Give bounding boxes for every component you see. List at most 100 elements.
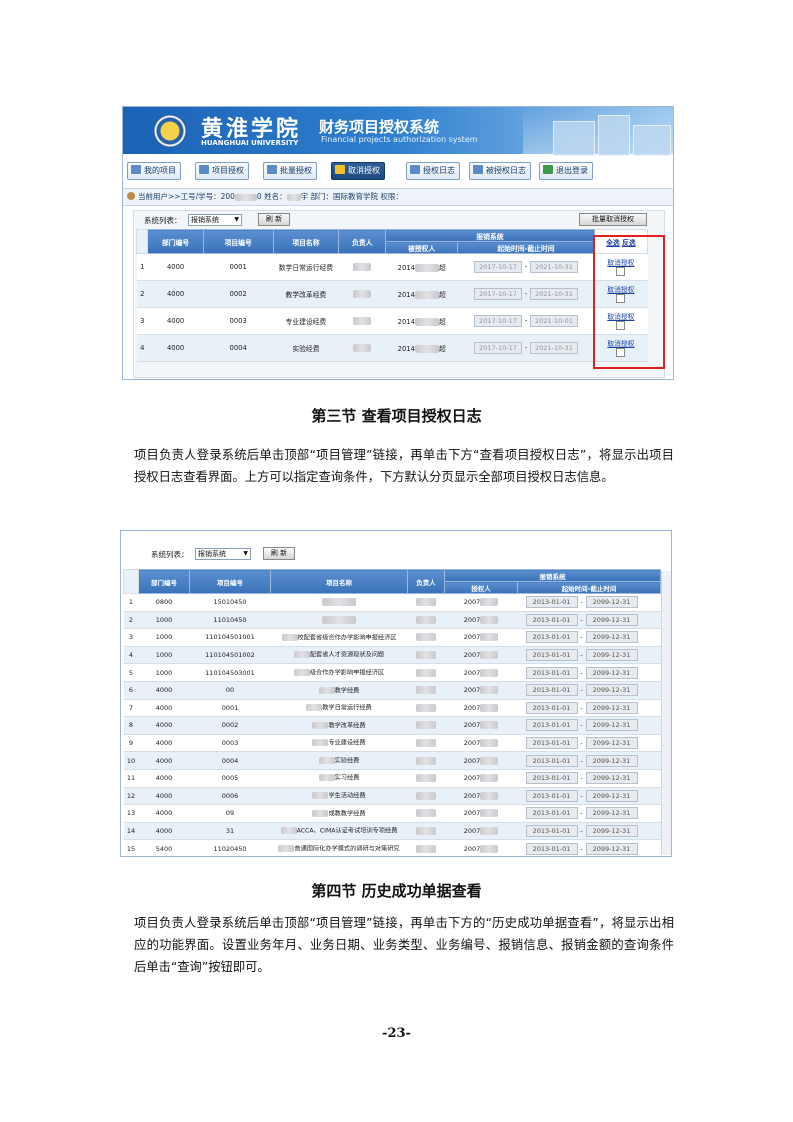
table-row: 4 4000 0004 实验经费 2014 超 2017-10-17-2021-1… xyxy=(136,334,648,362)
end-date-field[interactable]: 2099-12-31 xyxy=(585,754,638,767)
redacted-grantee xyxy=(414,345,439,353)
end-date-field[interactable]: 2021-10-31 xyxy=(529,261,578,273)
end-date-field[interactable]: 2099-12-31 xyxy=(585,842,638,855)
start-date-field[interactable]: 2013-01-01 xyxy=(525,666,578,679)
dropdown-arrow-icon: ▼ xyxy=(234,216,239,223)
table-row: 3 4000 0003 专业建设经费 2014 超 2017-10-17-2021… xyxy=(136,307,648,335)
star-icon xyxy=(335,165,345,174)
refresh-button[interactable]: 刷 新 xyxy=(263,547,295,560)
col-grantor: 授权人 xyxy=(444,581,518,594)
redacted-owner xyxy=(416,651,436,660)
col-time-range: 起始时间-截止时间 xyxy=(457,241,595,254)
redacted-owner xyxy=(416,703,436,712)
start-date-field[interactable]: 2013-01-01 xyxy=(525,613,578,626)
system-list-select[interactable]: 报销系统 ▼ xyxy=(188,214,242,226)
col-reimbursement-system: 报销系统 xyxy=(444,569,661,582)
end-date-field[interactable]: 2021-10-01 xyxy=(529,315,578,327)
nav-logout[interactable]: 退出登录 xyxy=(539,162,593,180)
redacted-grantor xyxy=(480,791,499,800)
user-icon xyxy=(127,192,135,200)
start-date-field[interactable]: 2013-01-01 xyxy=(525,631,578,644)
start-date-field[interactable]: 2013-01-01 xyxy=(525,842,578,855)
redacted-owner xyxy=(416,791,436,800)
redacted-name xyxy=(322,598,356,607)
redacted-owner xyxy=(353,290,372,298)
batch-cancel-button[interactable]: 批量取消授权 xyxy=(579,213,647,226)
page-number: -23- xyxy=(382,1026,411,1041)
redacted-grantor xyxy=(480,633,499,642)
dropdown-arrow-icon: ▼ xyxy=(243,550,248,557)
end-date-field[interactable]: 2099-12-31 xyxy=(585,772,638,785)
col-project-code: 项目编号 xyxy=(189,569,271,594)
section-3-paragraph: 项目负责人登录系统后单击顶部“项目管理”链接，再单击下方“查看项目授权日志”，将… xyxy=(134,448,674,484)
nav-authorized-log[interactable]: 被授权日志 xyxy=(469,162,531,180)
end-date-field[interactable]: 2099-12-31 xyxy=(585,666,638,679)
redacted-owner xyxy=(353,344,372,352)
start-date-field[interactable]: 2013-01-01 xyxy=(525,596,578,609)
col-time-range: 起始时间-截止时间 xyxy=(517,581,661,594)
end-date-field[interactable]: 2099-12-31 xyxy=(585,596,638,609)
redacted-grantor xyxy=(480,651,499,660)
redacted-owner xyxy=(416,598,436,607)
start-date-field[interactable]: 2017-10-17 xyxy=(473,261,522,273)
end-date-field[interactable]: 2099-12-31 xyxy=(585,737,638,750)
end-date-field[interactable]: 2099-12-31 xyxy=(585,789,638,802)
header-banner: 黄淮学院 HUANGHUAI UNIVERSITY 财务项目授权系统 Finan… xyxy=(123,107,673,156)
nav-project-authorize[interactable]: 项目授权 xyxy=(195,162,249,180)
end-date-field[interactable]: 2099-12-31 xyxy=(585,701,638,714)
end-date-field[interactable]: 2021-10-31 xyxy=(529,288,578,300)
start-date-field[interactable]: 2013-01-01 xyxy=(525,825,578,838)
end-date-field[interactable]: 2099-12-31 xyxy=(585,825,638,838)
nav-my-projects[interactable]: 我的项目 xyxy=(127,162,181,180)
redacted-owner xyxy=(353,317,372,325)
authorization-log-screenshot: 系统列表： 报销系统 ▼ 刷 新 部门编号 项目编号 项目名称 负责人 报销系统 … xyxy=(120,530,672,857)
vertical-scrollbar[interactable] xyxy=(661,571,671,855)
end-date-field[interactable]: 2021-10-31 xyxy=(529,342,578,354)
end-date-field[interactable]: 2099-12-31 xyxy=(585,649,638,662)
end-date-field[interactable]: 2099-12-31 xyxy=(585,613,638,626)
start-date-field[interactable]: 2017-10-17 xyxy=(473,315,522,327)
start-date-field[interactable]: 2013-01-01 xyxy=(525,807,578,820)
table-row: 9 4000 0003 专业建设经费 2007 2013-01-01-2099-12-31 xyxy=(123,734,661,753)
start-date-field[interactable]: 2013-01-01 xyxy=(525,719,578,732)
users-icon xyxy=(267,165,277,174)
document-icon xyxy=(410,165,420,174)
exit-icon xyxy=(543,165,553,174)
start-date-field[interactable]: 2013-01-01 xyxy=(525,737,578,750)
redacted-owner xyxy=(416,739,436,748)
redacted-owner xyxy=(416,686,436,695)
authorization-table: 部门编号 项目编号 项目名称 负责人 报销系统 全选 反选 被授权人 起始时间-… xyxy=(135,229,649,362)
list-icon xyxy=(131,165,141,174)
start-date-field[interactable]: 2017-10-17 xyxy=(473,342,522,354)
redacted-owner xyxy=(416,668,436,677)
end-date-field[interactable]: 2099-12-31 xyxy=(585,807,638,820)
table-row: 1 0800 15010450 2007 2013-01-01-2099-12-31 xyxy=(123,593,661,612)
start-date-field[interactable]: 2013-01-01 xyxy=(525,684,578,697)
nav-cancel-authorize[interactable]: 取消授权 xyxy=(331,162,385,180)
refresh-button[interactable]: 刷 新 xyxy=(258,213,290,226)
start-date-field[interactable]: 2017-10-17 xyxy=(473,288,522,300)
col-project-name: 项目名称 xyxy=(272,229,340,254)
end-date-field[interactable]: 2099-12-31 xyxy=(585,719,638,732)
start-date-field[interactable]: 2013-01-01 xyxy=(525,649,578,662)
redacted-owner xyxy=(416,809,436,818)
document-icon xyxy=(473,165,483,174)
start-date-field[interactable]: 2013-01-01 xyxy=(525,789,578,802)
system-list-select[interactable]: 报销系统 ▼ xyxy=(195,548,251,560)
redacted-grantor xyxy=(480,668,499,677)
section-3-heading: 第三节 查看项目授权日志 xyxy=(311,407,482,425)
system-list-label: 系统列表： xyxy=(151,550,189,559)
end-date-field[interactable]: 2099-12-31 xyxy=(585,631,638,644)
start-date-field[interactable]: 2013-01-01 xyxy=(525,701,578,714)
nav-batch-authorize[interactable]: 批量授权 xyxy=(263,162,317,180)
redacted-owner xyxy=(416,827,436,836)
start-date-field[interactable]: 2013-01-01 xyxy=(525,772,578,785)
col-project-name: 项目名称 xyxy=(270,569,408,594)
nav-authorize-log[interactable]: 授权日志 xyxy=(406,162,460,180)
redacted-owner xyxy=(416,633,436,642)
redacted-owner xyxy=(353,263,372,271)
table-row: 13 4000 09 成教教学经费 2007 2013-01-01-2099-12-31 xyxy=(123,804,661,823)
start-date-field[interactable]: 2013-01-01 xyxy=(525,754,578,767)
end-date-field[interactable]: 2099-12-31 xyxy=(585,684,638,697)
university-logo-english: HUANGHUAI UNIVERSITY xyxy=(201,139,299,147)
